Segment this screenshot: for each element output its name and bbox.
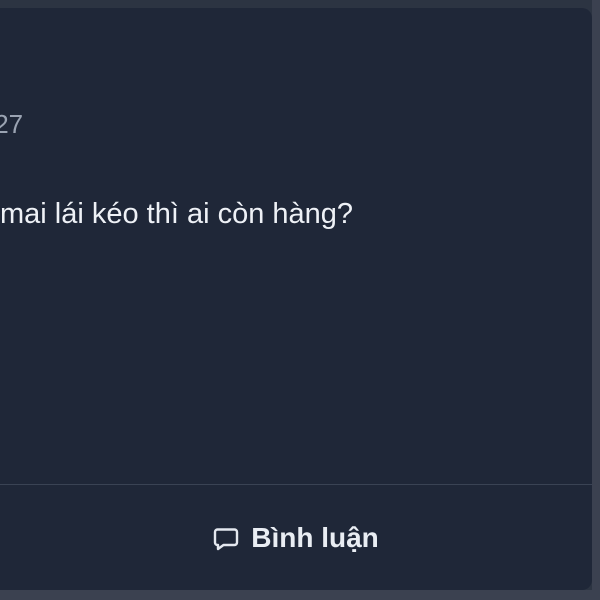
comment-button[interactable]: Bình luận	[201, 515, 389, 561]
post-text: mai lái kéo thì ai còn hàng?	[0, 198, 354, 230]
page-edge	[592, 0, 600, 600]
comment-icon	[211, 523, 241, 553]
post-action-bar: Bình luận	[0, 485, 592, 590]
post-timestamp: :27	[0, 109, 24, 139]
comment-label: Bình luận	[251, 521, 379, 553]
post-card: :27 mai lái kéo thì ai còn hàng? Bình lu…	[0, 8, 592, 590]
page-bottom-edge	[0, 590, 600, 600]
